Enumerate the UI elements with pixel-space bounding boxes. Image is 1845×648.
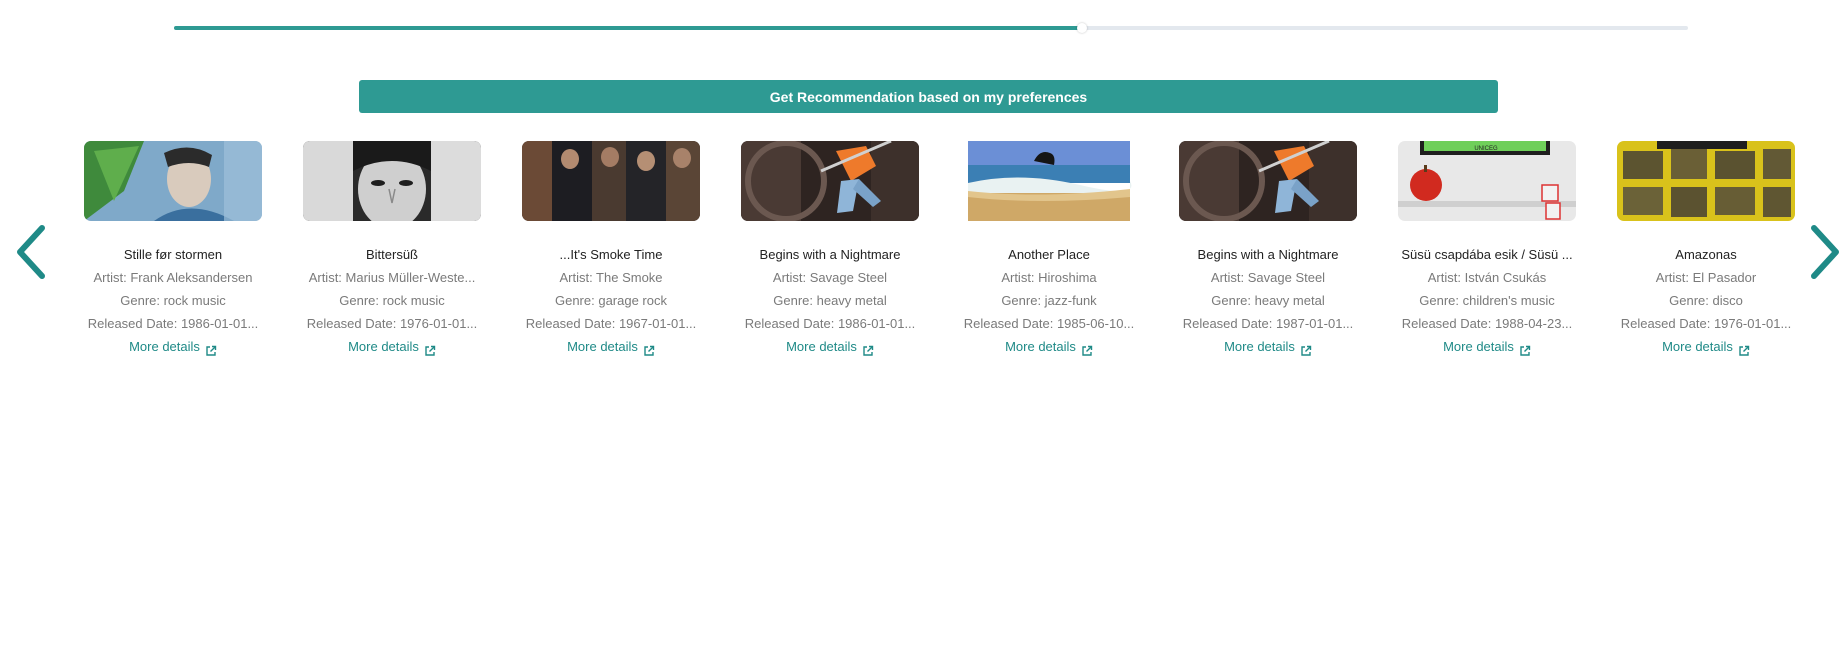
external-link-icon (643, 341, 655, 356)
album-artist: Artist: Savage Steel (1210, 270, 1326, 285)
album-cover-image[interactable]: UNICEG (1398, 141, 1576, 221)
more-details-link[interactable]: More details (129, 335, 217, 359)
album-card: Another Place Artist: Hiroshima Genre: jaz… (949, 141, 1149, 359)
slider-fill (174, 26, 1083, 30)
slider-thumb[interactable] (1077, 23, 1088, 33)
get-recommendation-button[interactable]: Get Recommendation based on my preferenc… (359, 80, 1498, 113)
album-cover-image[interactable] (960, 141, 1138, 221)
album-released-date: Released Date: 1967-01-01... (525, 316, 697, 331)
more-details-label: More details (348, 339, 419, 354)
album-genre: Genre: heavy metal (773, 293, 887, 308)
external-link-icon (1519, 341, 1531, 356)
album-artist: Artist: The Smoke (559, 270, 663, 285)
album-cover-image[interactable] (84, 141, 262, 221)
album-released-date: Released Date: 1986-01-01... (87, 316, 259, 331)
album-title: Stille før stormen (123, 247, 223, 262)
album-title: Begins with a Nightmare (759, 247, 901, 262)
album-cover-image[interactable] (741, 141, 919, 221)
album-title: Amazonas (1675, 247, 1737, 262)
album-genre: Genre: jazz-funk (1001, 293, 1097, 308)
svg-text:UNICEG: UNICEG (1474, 146, 1498, 152)
album-released-date: Released Date: 1986-01-01... (744, 316, 916, 331)
album-title: Another Place (1008, 247, 1090, 262)
album-genre: Genre: rock music (339, 293, 445, 308)
album-cover-image[interactable] (303, 141, 481, 221)
more-details-link[interactable]: More details (1224, 335, 1312, 359)
album-genre: Genre: rock music (120, 293, 226, 308)
external-link-icon (424, 341, 436, 356)
album-artist: Artist: Marius Müller-Weste... (308, 270, 476, 285)
album-title: Begins with a Nightmare (1197, 247, 1339, 262)
album-title: Bittersüß (365, 247, 418, 262)
external-link-icon (862, 341, 874, 356)
album-genre: Genre: garage rock (554, 293, 667, 308)
album-artist: Artist: István Csukás (1427, 270, 1547, 285)
album-artist: Artist: Frank Aleksandersen (93, 270, 253, 285)
album-released-date: Released Date: 1976-01-01... (306, 316, 478, 331)
more-details-label: More details (1443, 339, 1514, 354)
album-genre: Genre: children's music (1419, 293, 1555, 308)
album-card: Bittersüß Artist: Marius Müller-Weste... G… (292, 141, 492, 359)
chevron-right-icon[interactable] (1806, 222, 1842, 282)
album-genre: Genre: heavy metal (1211, 293, 1325, 308)
more-details-link[interactable]: More details (1662, 335, 1750, 359)
album-released-date: Released Date: 1988-04-23... (1401, 316, 1573, 331)
more-details-label: More details (129, 339, 200, 354)
external-link-icon (1300, 341, 1312, 356)
more-details-link[interactable]: More details (1443, 335, 1531, 359)
album-card: Stille før stormen Artist: Frank Aleksand… (73, 141, 273, 359)
more-details-link[interactable]: More details (1005, 335, 1093, 359)
more-details-label: More details (1224, 339, 1295, 354)
album-cover-image[interactable] (522, 141, 700, 221)
album-cover-image[interactable] (1617, 141, 1795, 221)
more-details-label: More details (567, 339, 638, 354)
more-details-label: More details (786, 339, 857, 354)
album-title: ...It's Smoke Time (559, 247, 663, 262)
external-link-icon (1738, 341, 1750, 356)
more-details-label: More details (1005, 339, 1076, 354)
album-artist: Artist: El Pasador (1655, 270, 1757, 285)
album-card: ...It's Smoke Time Artist: The Smoke Genre… (511, 141, 711, 359)
album-card: Amazonas Artist: El Pasador Genre: disco Re… (1606, 141, 1806, 359)
album-genre: Genre: disco (1669, 293, 1743, 308)
album-card: Begins with a Nightmare Artist: Savage St… (730, 141, 930, 359)
preference-slider[interactable] (174, 23, 1688, 33)
more-details-link[interactable]: More details (567, 335, 655, 359)
more-details-link[interactable]: More details (348, 335, 436, 359)
external-link-icon (205, 341, 217, 356)
album-released-date: Released Date: 1987-01-01... (1182, 316, 1354, 331)
chevron-left-icon[interactable] (14, 222, 50, 282)
more-details-link[interactable]: More details (786, 335, 874, 359)
album-artist: Artist: Hiroshima (1001, 270, 1097, 285)
album-released-date: Released Date: 1985-06-10... (963, 316, 1135, 331)
album-artist: Artist: Savage Steel (772, 270, 888, 285)
album-cover-image[interactable] (1179, 141, 1357, 221)
album-card: UNICEG Süsü csapdába esik / Süsü ... Arti… (1387, 141, 1587, 359)
more-details-label: More details (1662, 339, 1733, 354)
album-title: Süsü csapdába esik / Süsü ... (1401, 247, 1573, 262)
external-link-icon (1081, 341, 1093, 356)
album-released-date: Released Date: 1976-01-01... (1620, 316, 1792, 331)
album-card: Begins with a Nightmare Artist: Savage St… (1168, 141, 1368, 359)
